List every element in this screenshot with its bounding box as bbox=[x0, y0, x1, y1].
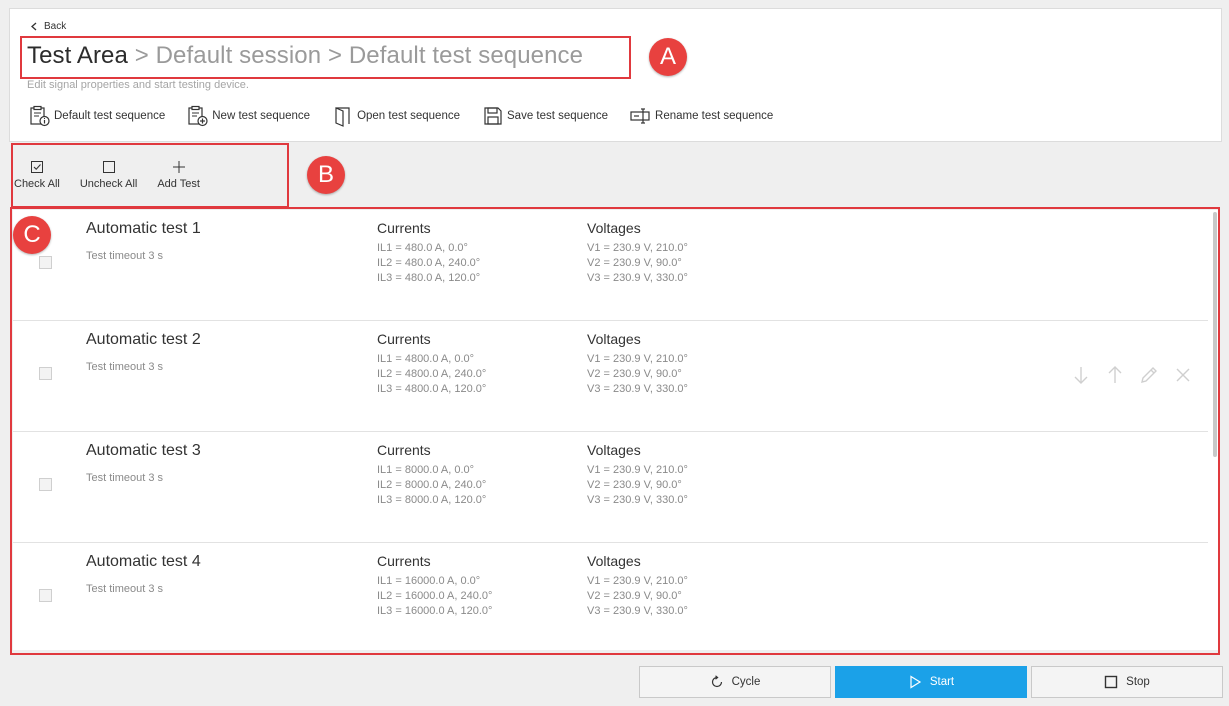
clipboard-add-icon bbox=[188, 105, 208, 127]
stop-button[interactable]: Stop bbox=[1031, 666, 1223, 698]
start-button[interactable]: Start bbox=[835, 666, 1027, 698]
rename-icon bbox=[630, 108, 650, 124]
page-subtitle: Edit signal properties and start testing… bbox=[27, 79, 249, 91]
annotation-badge-a: A bbox=[649, 38, 687, 76]
annotation-box-a bbox=[20, 36, 631, 79]
play-icon bbox=[910, 675, 921, 689]
back-label: Back bbox=[44, 21, 67, 32]
default-test-sequence-label: Default test sequence bbox=[54, 110, 166, 122]
cycle-button[interactable]: Cycle bbox=[639, 666, 831, 698]
back-button[interactable]: Back bbox=[30, 21, 66, 32]
open-test-sequence-button[interactable]: Open test sequence bbox=[332, 105, 460, 127]
start-label: Start bbox=[929, 676, 955, 688]
stop-icon bbox=[1104, 675, 1118, 689]
clipboard-info-icon bbox=[30, 105, 50, 127]
open-door-icon bbox=[335, 107, 350, 127]
save-icon bbox=[484, 107, 502, 125]
chevron-left-icon bbox=[31, 22, 37, 31]
new-test-sequence-label: New test sequence bbox=[212, 110, 311, 122]
rename-test-sequence-label: Rename test sequence bbox=[655, 110, 774, 122]
cycle-label: Cycle bbox=[731, 676, 761, 688]
refresh-icon bbox=[711, 675, 722, 688]
save-test-sequence-button[interactable]: Save test sequence bbox=[482, 105, 608, 127]
default-test-sequence-button[interactable]: Default test sequence bbox=[29, 105, 165, 127]
annotation-badge-b: B bbox=[307, 156, 345, 194]
annotation-box-b bbox=[11, 143, 289, 208]
save-test-sequence-label: Save test sequence bbox=[507, 110, 609, 122]
annotation-box-c bbox=[10, 207, 1220, 655]
rename-test-sequence-button[interactable]: Rename test sequence bbox=[630, 105, 773, 127]
new-test-sequence-button[interactable]: New test sequence bbox=[187, 105, 310, 127]
open-test-sequence-label: Open test sequence bbox=[357, 110, 460, 122]
annotation-badge-c: C bbox=[13, 216, 51, 254]
stop-label: Stop bbox=[1126, 676, 1150, 688]
toolbar: Default test sequence New test sequence … bbox=[29, 105, 773, 127]
